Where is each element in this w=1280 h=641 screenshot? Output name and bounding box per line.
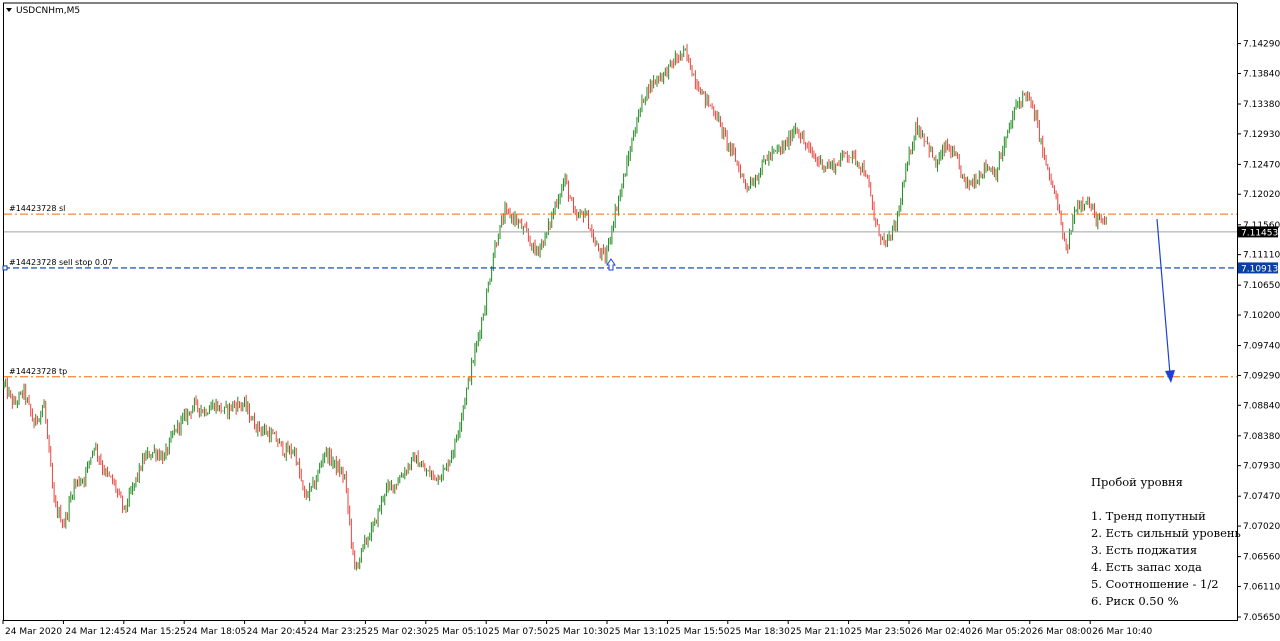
note-item: 1. Тренд попутный [1091, 509, 1206, 523]
note-item: 6. Риск 0.50 % [1091, 594, 1179, 608]
x-tick-label: 25 Mar 10:30 [549, 627, 609, 637]
y-tick-label: 7.13380 [1243, 100, 1280, 110]
y-tick-label: 7.07930 [1243, 462, 1280, 472]
x-tick-label: 25 Mar 02:30 [367, 627, 427, 637]
take-profit-label: #14423728 tp [9, 367, 67, 376]
y-tick-label: 7.11110 [1243, 251, 1280, 261]
y-tick-label: 7.09290 [1243, 371, 1280, 381]
y-tick-label: 7.10200 [1243, 311, 1280, 321]
y-tick-label: 7.07020 [1243, 522, 1280, 532]
note-item: 2. Есть сильный уровень [1091, 526, 1241, 540]
y-tick-label: 7.12020 [1243, 190, 1280, 200]
y-tick-label: 7.06560 [1243, 553, 1280, 563]
y-tick-label: 7.13840 [1243, 69, 1280, 79]
y-tick-label: 7.10650 [1243, 281, 1280, 291]
x-tick-label: 26 Mar 05:20 [971, 627, 1031, 637]
x-tick-label: 26 Mar 10:40 [1092, 627, 1152, 637]
notes-title: Пробой уровня [1091, 475, 1183, 489]
strategy-notes: Пробой уровня 1. Тренд попутный 2. Есть … [1091, 474, 1241, 610]
x-tick-label: 24 Mar 18:05 [186, 627, 246, 637]
current-price-label: 7.11453 [1241, 228, 1278, 238]
x-tick-label: 24 Mar 23:25 [307, 627, 367, 637]
x-tick-label: 24 Mar 12:45 [65, 627, 125, 637]
note-item: 5. Соотношение - 1/2 [1091, 577, 1219, 591]
order-price-label: 7.10913 [1241, 264, 1278, 274]
note-item: 4. Есть запас хода [1091, 560, 1202, 574]
y-tick-label: 7.12470 [1243, 160, 1280, 170]
x-tick-label: 25 Mar 15:50 [669, 627, 729, 637]
chart-title: USDCNHm,M5 [16, 6, 80, 16]
x-tick-label: 24 Mar 20:45 [247, 627, 307, 637]
stop-loss-label: #14423728 sl [9, 204, 65, 213]
order-price-tag: 7.10913 [1238, 262, 1278, 274]
x-tick-label: 24 Mar 2020 [5, 627, 62, 637]
x-tick-label: 25 Mar 18:30 [730, 627, 790, 637]
chart-background [0, 0, 1280, 641]
sell-stop-label: #14423728 sell stop 0.07 [9, 258, 113, 267]
x-tick-label: 25 Mar 05:10 [428, 627, 488, 637]
y-tick-label: 7.14290 [1243, 40, 1280, 50]
note-item: 3. Есть поджатия [1091, 543, 1198, 557]
sell-stop-handle[interactable] [2, 265, 8, 271]
y-tick-label: 7.08840 [1243, 401, 1280, 411]
x-tick-label: 25 Mar 07:50 [488, 627, 548, 637]
chart-title-group[interactable]: USDCNHm,M5 [6, 6, 80, 16]
x-tick-label: 25 Mar 23:50 [851, 627, 911, 637]
y-tick-label: 7.08380 [1243, 432, 1280, 442]
x-tick-label: 26 Mar 08:00 [1032, 627, 1092, 637]
x-tick-label: 24 Mar 15:25 [126, 627, 186, 637]
y-tick-label: 7.09740 [1243, 342, 1280, 352]
x-tick-label: 25 Mar 21:10 [790, 627, 850, 637]
x-tick-label: 26 Mar 02:40 [911, 627, 971, 637]
y-tick-label: 7.07470 [1243, 492, 1280, 502]
y-tick-label: 7.05650 [1243, 613, 1280, 623]
y-tick-label: 7.12930 [1243, 130, 1280, 140]
y-tick-label: 7.06110 [1243, 582, 1280, 592]
price-chart[interactable]: USDCNHm,M5 #14423728 sl #14423728 sell st… [0, 0, 1280, 641]
x-tick-label: 25 Mar 13:10 [609, 627, 669, 637]
current-price-tag: 7.11453 [1238, 226, 1278, 238]
